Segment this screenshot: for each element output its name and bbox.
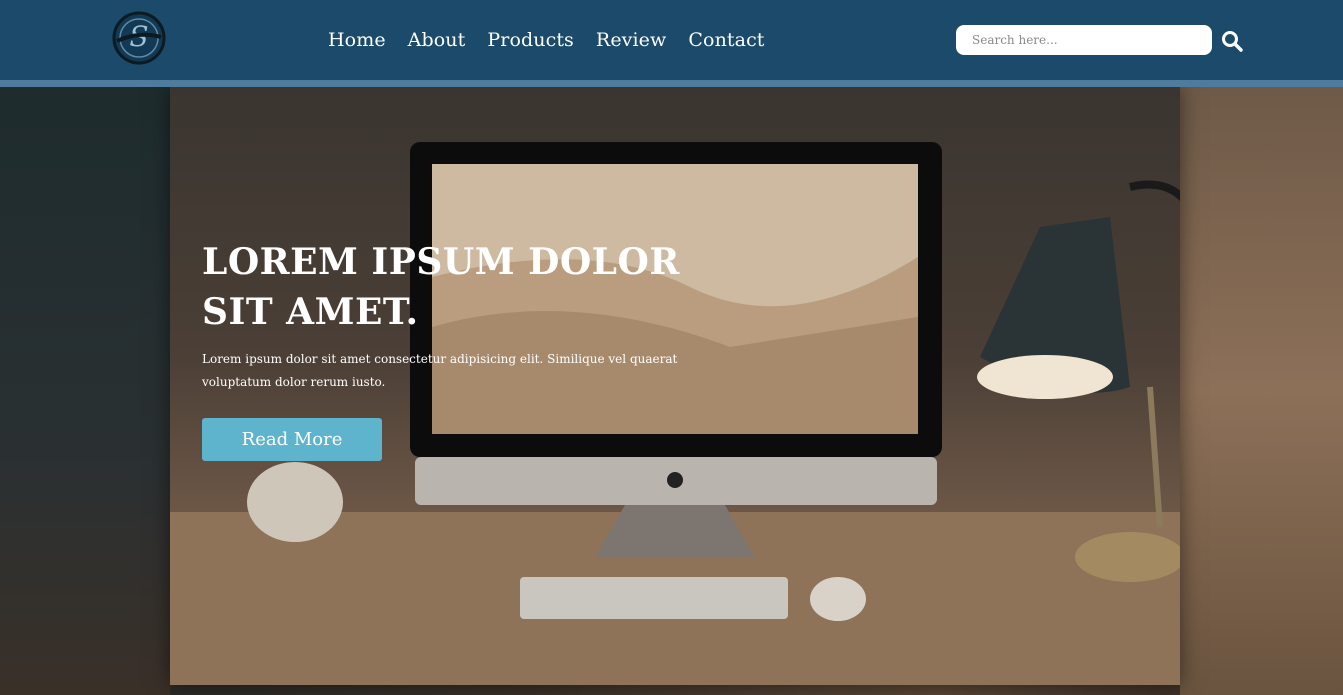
nav-review-link[interactable]: Review <box>596 28 666 52</box>
main-nav: Home About Products Review Contact <box>328 28 765 52</box>
hero-section: LOREM IPSUM DOLOR SIT AMET. Lorem ipsum … <box>0 87 1343 695</box>
hero-title: LOREM IPSUM DOLOR SIT AMET. <box>202 241 680 333</box>
search-icon[interactable] <box>1221 30 1243 52</box>
top-navigation-bar: S Home About Products Review Contact <box>0 0 1343 80</box>
search-input[interactable] <box>970 24 1198 56</box>
read-more-button[interactable]: Read More <box>202 418 382 461</box>
hero-background-left <box>0 87 170 695</box>
nav-home-link[interactable]: Home <box>328 28 386 52</box>
header-divider <box>0 80 1343 87</box>
search-box <box>956 24 1212 56</box>
brand-logo-icon[interactable]: S <box>111 11 167 65</box>
hero-background-right <box>1180 87 1343 695</box>
nav-contact-link[interactable]: Contact <box>688 28 764 52</box>
nav-products-link[interactable]: Products <box>487 28 574 52</box>
hero-description: Lorem ipsum dolor sit amet consectetur a… <box>202 352 678 389</box>
nav-about-link[interactable]: About <box>408 28 466 52</box>
